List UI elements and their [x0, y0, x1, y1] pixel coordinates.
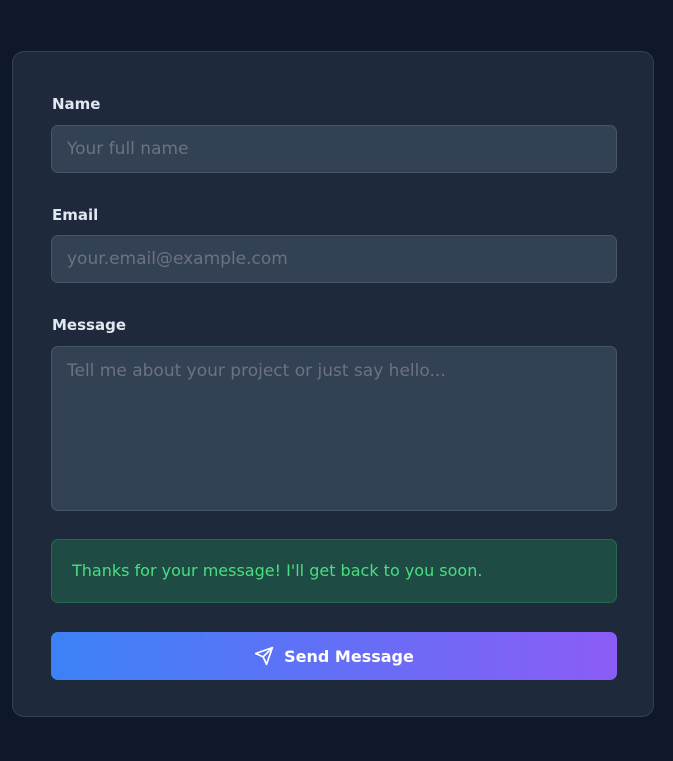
- email-label: Email: [52, 206, 99, 224]
- name-input[interactable]: [51, 125, 617, 173]
- send-message-button[interactable]: Send Message: [51, 632, 617, 680]
- send-message-label: Send Message: [284, 646, 414, 666]
- name-label: Name: [52, 95, 101, 113]
- message-label: Message: [52, 316, 126, 334]
- success-message: Thanks for your message! I'll get back t…: [51, 539, 617, 603]
- send-icon: [254, 646, 274, 666]
- message-textarea[interactable]: [51, 346, 617, 511]
- email-input[interactable]: [51, 235, 617, 283]
- contact-form-card: Name Email Message Thanks for your messa…: [12, 51, 654, 717]
